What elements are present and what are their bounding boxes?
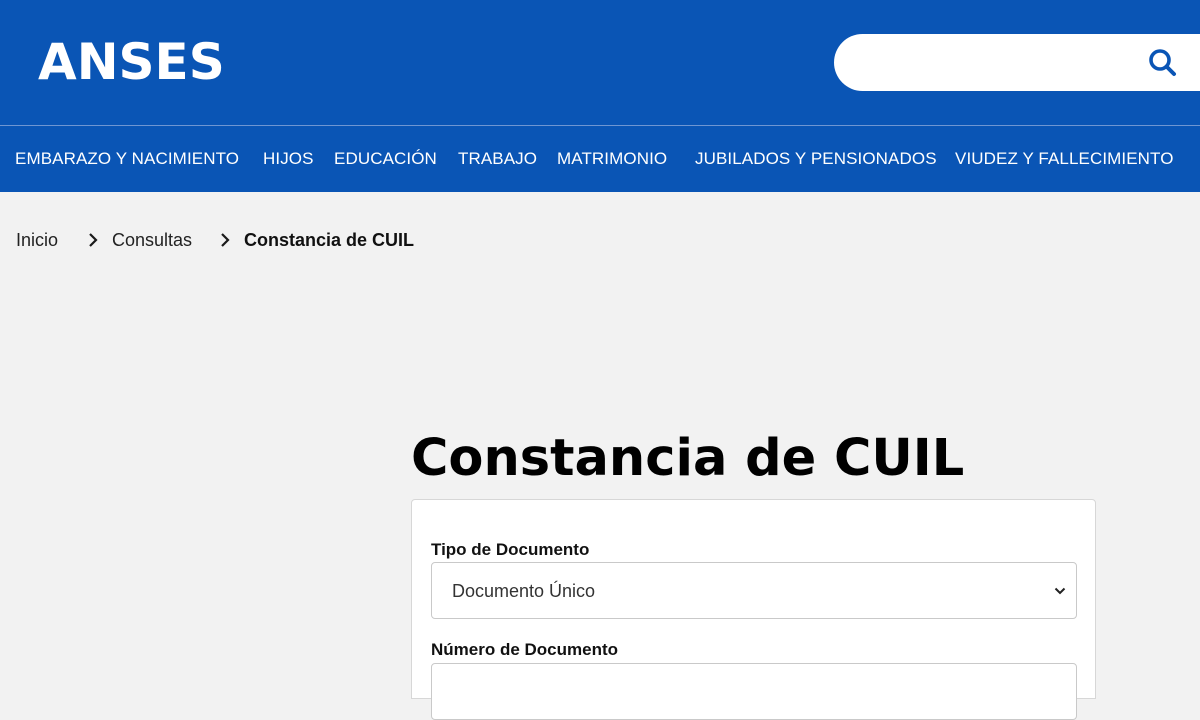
chevron-down-icon bbox=[1054, 587, 1066, 595]
nav-item-trabajo[interactable]: TRABAJO bbox=[458, 126, 537, 192]
anses-logo[interactable]: ANSES bbox=[38, 32, 225, 92]
nav-item-embarazo-y-nacimiento[interactable]: EMBARAZO Y NACIMIENTO bbox=[15, 126, 239, 192]
nav-item-matrimonio[interactable]: MATRIMONIO bbox=[557, 126, 667, 192]
breadcrumb-consultas[interactable]: Consultas bbox=[112, 228, 192, 252]
numero-documento-label: Número de Documento bbox=[431, 640, 619, 659]
breadcrumb-current: Constancia de CUIL bbox=[244, 230, 415, 250]
page-title: Constancia de CUIL bbox=[411, 429, 965, 488]
numero-documento-input[interactable] bbox=[431, 663, 1077, 720]
site-header: ANSES bbox=[0, 0, 1200, 125]
nav-item-jubilados-y-pensionados[interactable]: JUBILADOS Y PENSIONADOS bbox=[695, 126, 937, 192]
form-card: Tipo de Documento Documento Único Número… bbox=[411, 499, 1096, 720]
main-nav: EMBARAZO Y NACIMIENTO HIJOS EDUCACIÓN TR… bbox=[0, 126, 1200, 192]
breadcrumb-inicio[interactable]: Inicio bbox=[16, 228, 58, 252]
chevron-right-icon bbox=[89, 233, 98, 247]
nav-item-educacion[interactable]: EDUCACIÓN bbox=[334, 126, 437, 192]
tipo-documento-label: Tipo de Documento bbox=[431, 540, 590, 559]
tipo-documento-selected: Documento Único bbox=[452, 581, 596, 601]
search-button[interactable] bbox=[1144, 44, 1182, 82]
search-icon bbox=[1149, 49, 1176, 76]
tipo-documento-select[interactable]: Documento Único bbox=[431, 562, 1077, 619]
nav-item-viudez-y-fallecimiento[interactable]: VIUDEZ Y FALLECIMIENTO bbox=[955, 126, 1174, 192]
nav-item-hijos[interactable]: HIJOS bbox=[263, 126, 314, 192]
search-input[interactable] bbox=[856, 46, 1146, 79]
chevron-right-icon bbox=[221, 233, 230, 247]
search-bar bbox=[834, 34, 1200, 91]
